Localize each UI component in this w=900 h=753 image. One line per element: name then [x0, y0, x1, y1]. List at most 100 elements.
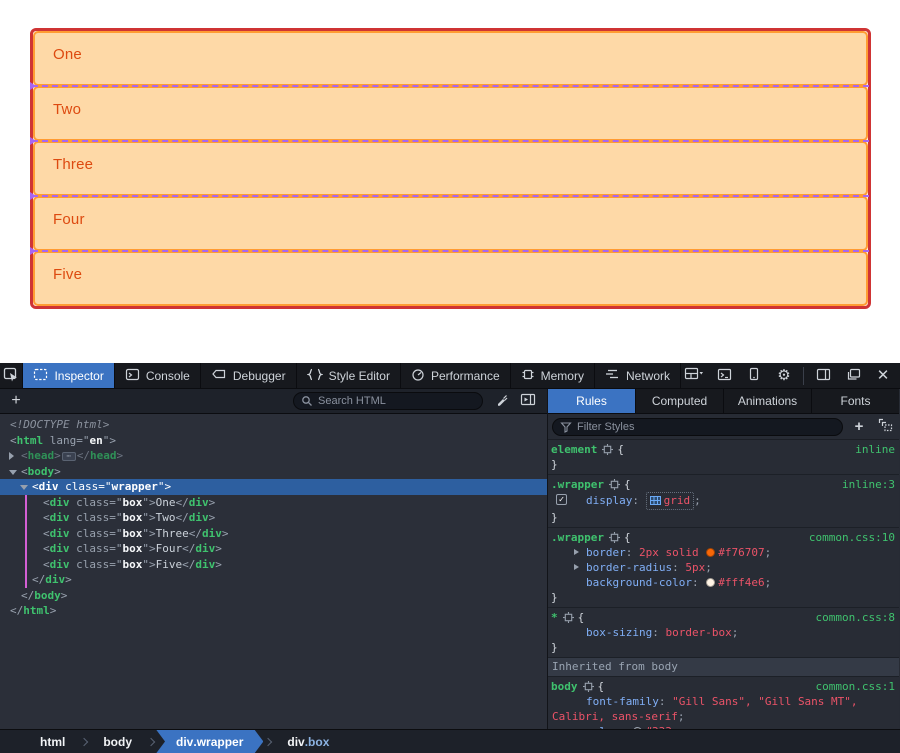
stylesheet-location-link[interactable]: inline — [855, 442, 895, 457]
markup-line[interactable]: <div class="box">Two</div> — [0, 510, 547, 526]
grid-box: Five — [33, 251, 868, 306]
tab-style-editor[interactable]: Style Editor — [297, 363, 401, 388]
network-icon — [605, 368, 620, 383]
filter-styles-input[interactable] — [552, 418, 843, 436]
markup-line[interactable]: <div class="box">Four</div> — [0, 541, 547, 557]
rule-selector-row: .wrapper{inline:3 — [548, 477, 899, 492]
close-button[interactable]: ✕ — [870, 364, 896, 388]
rule-close-brace: } — [548, 510, 899, 525]
tab-network[interactable]: Network — [595, 363, 681, 388]
markup-line[interactable]: <div class="box">One</div> — [0, 495, 547, 511]
tab-console[interactable]: Console — [115, 363, 201, 388]
css-rule: .wrapper{common.css:10border: 2px solid … — [548, 528, 899, 608]
separate-window-button[interactable] — [840, 364, 866, 388]
markup-line[interactable]: <head>⋯</head> — [0, 448, 547, 464]
markup-line[interactable]: </div> — [0, 572, 547, 588]
breadcrumb-chevron-icon — [264, 737, 272, 745]
settings-button[interactable]: ⚙ — [771, 364, 797, 388]
highlight-selector-icon[interactable] — [563, 612, 574, 623]
css-declaration: background-color: #fff4e6; — [548, 575, 899, 590]
property-value: #f76707 — [718, 546, 764, 559]
grid-overlay-line — [32, 85, 869, 87]
tab-inspector[interactable]: Inspector — [23, 363, 114, 388]
markup-line[interactable]: <div class="wrapper"> — [0, 479, 547, 495]
property-value: #333 — [645, 725, 672, 729]
search-html-input[interactable] — [293, 392, 483, 410]
add-rule-button[interactable]: + — [849, 417, 869, 437]
frames-button[interactable] — [681, 364, 707, 388]
color-swatch[interactable] — [706, 578, 715, 587]
sidebar-tab-computed[interactable]: Computed — [636, 389, 724, 413]
stylesheet-location-link[interactable]: common.css:10 — [809, 530, 895, 545]
tab-performance[interactable]: Performance — [401, 363, 511, 388]
breadcrumb-item-html[interactable]: html — [26, 730, 79, 753]
inspector-left-pane: + — [0, 389, 548, 729]
breadcrumb-item-div.wrapper[interactable]: div.wrapper — [156, 730, 263, 753]
markup-line[interactable]: <body> — [0, 464, 547, 480]
devtools-meta-toolbar: ⚙✕ — [681, 363, 900, 388]
pick-element-button[interactable] — [0, 363, 23, 388]
tab-memory[interactable]: Memory — [511, 363, 595, 388]
sidebar-tabs: Rules Computed AnimationsFonts — [548, 389, 899, 414]
sidebar-tab-fonts[interactable]: Fonts — [812, 389, 899, 413]
markup-line[interactable]: <!DOCTYPE html> — [0, 417, 547, 433]
highlight-selector-icon[interactable] — [583, 681, 594, 692]
three-pane-toggle-button[interactable] — [515, 390, 541, 412]
color-swatch[interactable] — [706, 548, 715, 557]
breadcrumb-tag: html — [40, 735, 65, 749]
css-rule: element{inline} — [548, 440, 899, 475]
tab-label: Memory — [541, 369, 584, 383]
search-html-box — [293, 392, 483, 410]
breadcrumb-item-body[interactable]: body — [89, 730, 146, 753]
markup-line[interactable]: <html lang="en"> — [0, 433, 547, 449]
filter-icon — [560, 421, 572, 436]
markup-line[interactable]: </body> — [0, 588, 547, 604]
rule-selector-row: element{inline — [548, 442, 899, 457]
class-panel-toggle-button[interactable] — [875, 417, 895, 437]
three-pane-toggle-icon — [520, 393, 536, 409]
declaration-checkbox[interactable]: ✓ — [556, 494, 567, 505]
add-node-button[interactable]: + — [0, 392, 32, 410]
stylesheet-location-link[interactable]: inline:3 — [842, 477, 895, 492]
tab-debugger[interactable]: Debugger — [201, 363, 297, 388]
grid-wrapper: OneTwoThreeFourFive — [30, 28, 871, 309]
rule-selector-row: body{common.css:1 — [548, 679, 899, 694]
rule-close-brace: } — [548, 457, 899, 472]
stylesheet-location-link[interactable]: common.css:1 — [816, 679, 895, 694]
css-declaration: font-family: "Gill Sans", "Gill Sans MT"… — [548, 694, 899, 724]
responsive-mode-button[interactable] — [741, 364, 767, 388]
sidebar-tab-animations[interactable]: Animations — [724, 389, 812, 413]
highlight-selector-icon[interactable] — [609, 479, 620, 490]
dock-side-icon — [816, 368, 831, 384]
sidebar-tab-label: Rules — [576, 394, 607, 408]
markup-line[interactable]: </html> — [0, 603, 547, 619]
markup-line[interactable]: <div class="box">Five</div> — [0, 557, 547, 573]
css-declaration: color: #333; — [548, 724, 899, 729]
expand-declaration-icon[interactable] — [574, 549, 579, 555]
breadcrumb-tag: div — [287, 735, 304, 749]
css-declaration: ✓display: grid; — [548, 492, 899, 510]
collapse-arrow-icon[interactable] — [20, 485, 28, 490]
rule-selector-row: *{common.css:8 — [548, 610, 899, 625]
markup-view: <!DOCTYPE html><html lang="en"><head>⋯</… — [0, 414, 547, 729]
highlight-selector-icon[interactable] — [602, 444, 613, 455]
stylesheet-location-link[interactable]: common.css:8 — [816, 610, 895, 625]
color-swatch[interactable] — [633, 727, 642, 729]
devtools-tabbar: InspectorConsoleDebuggerStyle EditorPerf… — [0, 363, 900, 389]
markup-line[interactable]: <div class="box">Three</div> — [0, 526, 547, 542]
breadcrumb-item-div.box[interactable]: div.box — [273, 730, 343, 753]
property-name: color — [586, 725, 619, 729]
split-console-button[interactable] — [711, 364, 737, 388]
expand-declaration-icon[interactable] — [574, 564, 579, 570]
sidebar-tab-rules[interactable]: Rules — [548, 389, 636, 413]
sidebar-tab-label: Computed — [652, 394, 707, 408]
markup-toolbar: + — [0, 389, 547, 414]
property-value: #fff4e6 — [718, 576, 764, 589]
dock-side-button[interactable] — [810, 364, 836, 388]
highlight-selector-icon[interactable] — [609, 532, 620, 543]
breadcrumb-tag: div — [176, 735, 193, 749]
grid-toggle[interactable]: grid — [646, 492, 695, 510]
collapse-arrow-icon[interactable] — [9, 470, 17, 475]
expand-arrow-icon[interactable] — [9, 452, 14, 460]
eyedropper-button[interactable] — [489, 390, 515, 412]
